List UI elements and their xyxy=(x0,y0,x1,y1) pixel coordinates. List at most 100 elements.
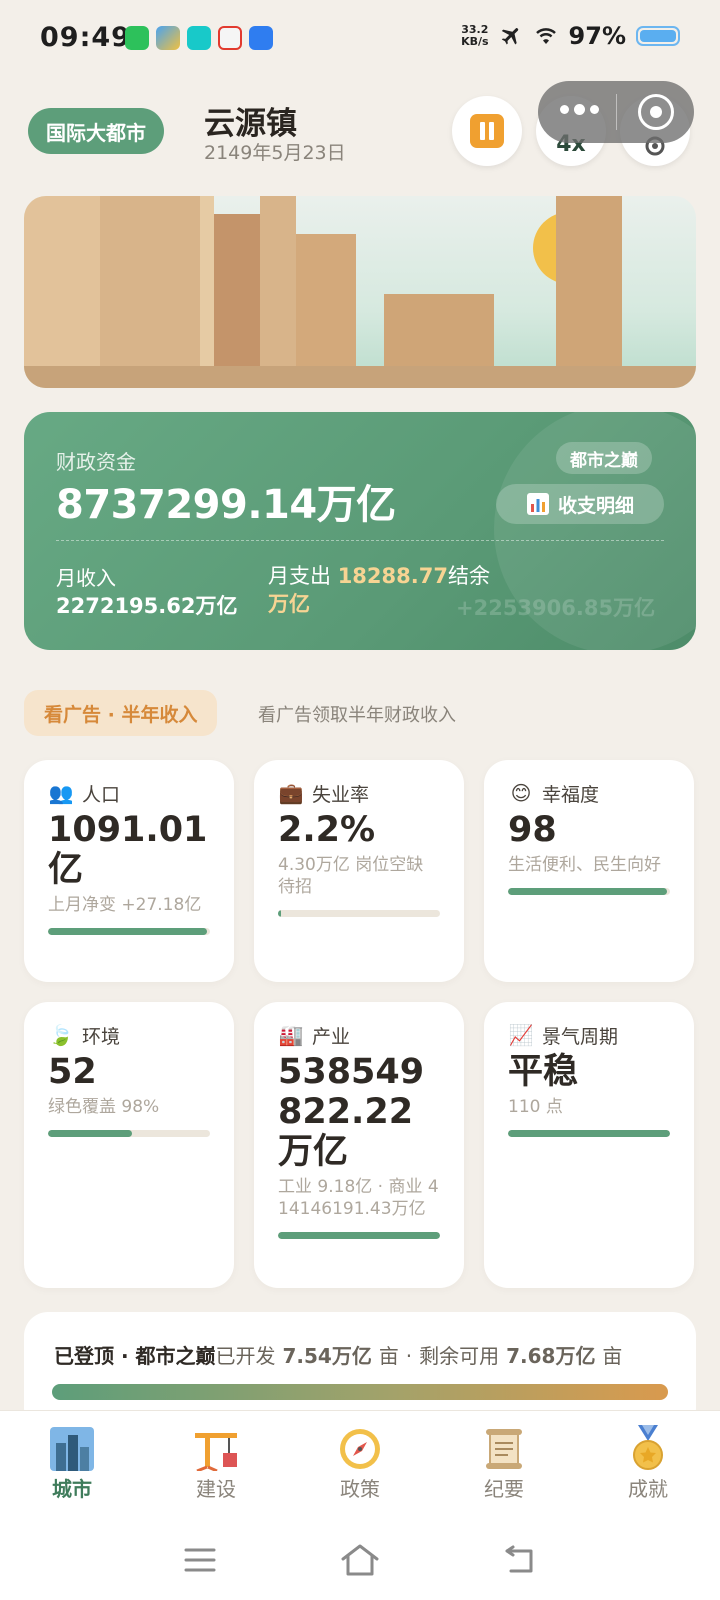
city-icon xyxy=(49,1425,95,1471)
status-time: 09:49 xyxy=(40,22,131,53)
tab-policy[interactable]: 政策 xyxy=(288,1411,432,1520)
tab-records[interactable]: 纪要 xyxy=(432,1411,576,1520)
stat-label: 产业 xyxy=(312,1025,351,1048)
briefcase-icon: 💼 xyxy=(278,781,304,805)
land-unit: 亩 xyxy=(378,1344,399,1368)
home-icon xyxy=(341,1544,379,1576)
wechat-icon xyxy=(125,26,149,50)
taptap-icon xyxy=(187,26,211,50)
stat-value: 98 xyxy=(508,810,557,850)
city-skyline-illustration xyxy=(24,196,696,388)
network-speed-unit: KB/s xyxy=(461,35,489,48)
balance-label: 结余 xyxy=(447,564,490,588)
stat-value: 538549822.22万亿 xyxy=(278,1052,425,1172)
target-icon[interactable] xyxy=(638,94,674,130)
wifi-icon xyxy=(535,28,556,44)
expense-value: 18288.77 xyxy=(337,564,448,588)
stat-value: 52 xyxy=(48,1052,97,1092)
finance-label: 财政资金 xyxy=(56,450,136,474)
peak-badge: 都市之巅 xyxy=(556,442,652,474)
city-tier-badge: 国际大都市 xyxy=(28,108,164,154)
stat-card-happiness[interactable]: 😊 幸福度 98 生活便利、民生向好 xyxy=(484,760,694,982)
stat-progress-bar xyxy=(48,928,210,935)
stat-label: 景气周期 xyxy=(542,1025,619,1048)
land-separator: · xyxy=(405,1344,413,1368)
chart-up-icon: 📈 xyxy=(508,1023,534,1047)
stat-sub: 绿色覆盖 98% xyxy=(48,1097,160,1117)
stat-sub: 生活便利、民生向好 xyxy=(508,855,661,875)
land-status: 已登顶 · 都市之巅 xyxy=(54,1344,216,1368)
stat-card-economic-cycle[interactable]: 📈 景气周期 平稳 110 点 xyxy=(484,1002,694,1288)
people-icon: 👥 xyxy=(48,781,74,805)
stat-label: 失业率 xyxy=(312,783,370,806)
menu-icon xyxy=(184,1548,216,1572)
network-speed: 33.2 KB/s xyxy=(461,24,488,48)
tab-label: 政策 xyxy=(340,1477,380,1501)
stat-progress-bar xyxy=(278,910,440,917)
stat-value: 2.2% xyxy=(278,810,376,850)
game-date: 2149年5月23日 xyxy=(204,142,346,164)
system-navigation-bar xyxy=(0,1520,720,1600)
income-value: 2272195.62万亿 xyxy=(56,594,238,618)
stat-label: 环境 xyxy=(82,1025,121,1048)
stat-sub: 工业 9.18亿 · 商业 414146191.43万亿 xyxy=(278,1177,439,1219)
home-nav-button[interactable] xyxy=(338,1540,382,1580)
stat-progress-bar xyxy=(508,888,670,895)
ad-description: 看广告领取半年财政收入 xyxy=(258,705,456,726)
stat-progress-bar xyxy=(278,1232,440,1239)
finance-amount: 8737299.14万亿 xyxy=(56,482,396,528)
tab-construction[interactable]: 建设 xyxy=(144,1411,288,1520)
stat-label: 人口 xyxy=(82,783,121,806)
bottom-tab-bar: 城市 建设 政策 纪要 成就 xyxy=(0,1410,720,1520)
battery-percent: 97% xyxy=(568,22,626,50)
pause-icon xyxy=(470,114,504,148)
tab-label: 纪要 xyxy=(484,1477,524,1501)
stat-value: 1091.01亿 xyxy=(48,810,208,890)
stat-sub: 110 点 xyxy=(508,1097,563,1117)
pause-button[interactable] xyxy=(452,96,522,166)
browser-app-icon xyxy=(249,26,273,50)
leaf-icon: 🍃 xyxy=(48,1023,74,1047)
bar-chart-icon xyxy=(526,493,549,515)
land-unit: 亩 xyxy=(602,1344,623,1368)
stat-card-unemployment[interactable]: 💼 失业率 2.2% 4.30万亿 岗位空缺待招 xyxy=(254,760,464,982)
smile-icon: 😊 xyxy=(510,781,532,805)
land-remaining-label: 剩余可用 xyxy=(419,1344,500,1368)
stat-card-population[interactable]: 👥 人口 1091.01亿 上月净变 +27.18亿 xyxy=(24,760,234,982)
land-developed-label: 已开发 xyxy=(215,1344,276,1368)
tab-city[interactable]: 城市 xyxy=(0,1411,144,1520)
back-icon xyxy=(505,1545,533,1573)
tab-achievements[interactable]: 成就 xyxy=(576,1411,720,1520)
status-bar: 09:49 33.2 KB/s 97% xyxy=(0,0,720,80)
crane-icon xyxy=(193,1425,239,1471)
skyline-graphic xyxy=(24,196,696,388)
factory-icon: 🏭 xyxy=(278,1023,304,1047)
scroll-icon xyxy=(481,1425,527,1471)
miniprogram-capsule xyxy=(538,81,694,143)
stat-progress-bar xyxy=(48,1130,210,1137)
stat-card-industry[interactable]: 🏭 产业 538549822.22万亿 工业 9.18亿 · 商业 4141461… xyxy=(254,1002,464,1288)
tab-label: 成就 xyxy=(628,1477,668,1501)
tab-label: 城市 xyxy=(52,1477,92,1501)
back-nav-button[interactable] xyxy=(498,1540,542,1580)
detail-button-label: 收支明细 xyxy=(557,494,634,517)
airplane-icon xyxy=(501,28,518,45)
finance-card: 财政资金 8737299.14万亿 都市之巅 收支明细 月收入 2272195.… xyxy=(24,412,696,650)
expense-label: 月支出 xyxy=(268,564,331,588)
income-expense-detail-button[interactable]: 收支明细 xyxy=(496,484,664,524)
expense-unit: 万亿 xyxy=(268,592,310,616)
medal-icon xyxy=(625,1425,671,1471)
file-app-icon xyxy=(156,26,180,50)
land-developed-value: 7.54万亿 xyxy=(282,1344,372,1368)
menu-nav-button[interactable] xyxy=(178,1540,222,1580)
watch-ad-button[interactable]: 看广告 · 半年收入 xyxy=(24,690,218,736)
stat-sub: 4.30万亿 岗位空缺待招 xyxy=(278,855,424,897)
land-status-line: 已登顶 · 都市之巅已开发 7.54万亿 亩 · 剩余可用 7.68万亿 亩 xyxy=(54,1340,622,1369)
stat-value: 平稳 xyxy=(508,1052,579,1092)
notification-icons xyxy=(125,26,273,50)
land-remaining-value: 7.68万亿 xyxy=(506,1344,596,1368)
more-icon[interactable] xyxy=(560,104,599,115)
battery-icon xyxy=(636,26,680,46)
stat-card-environment[interactable]: 🍃 环境 52 绿色覆盖 98% xyxy=(24,1002,234,1288)
land-progress-bar xyxy=(52,1384,668,1400)
